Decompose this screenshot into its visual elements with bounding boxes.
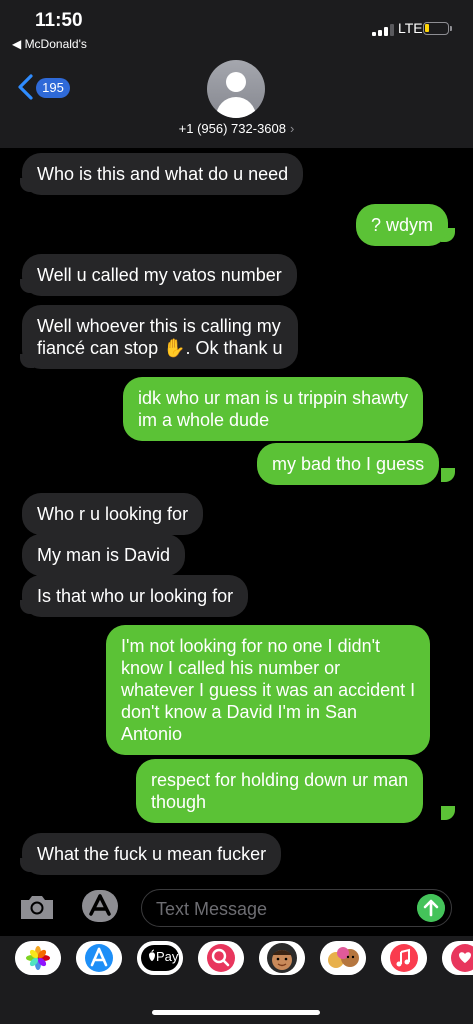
battery-icon xyxy=(423,22,452,35)
conversation-header: 195 +1 (956) 732-3608 › xyxy=(0,56,473,148)
memoji-icon[interactable] xyxy=(259,941,305,975)
incoming-message[interactable]: What the fuck u mean fucker xyxy=(22,833,282,875)
bubble-tail xyxy=(441,468,455,482)
bubble-tail xyxy=(441,806,455,820)
message-text: know I called his number or xyxy=(121,658,341,678)
message-input[interactable] xyxy=(154,894,408,924)
contact-number: +1 (956) 732-3608 xyxy=(178,121,286,136)
animoji-icon[interactable] xyxy=(320,941,366,975)
message-text: don't know a David I'm in San xyxy=(121,702,357,722)
message-text: whatever I guess it was an accident I xyxy=(121,680,416,700)
status-time: 11:50 xyxy=(35,10,83,31)
incoming-message[interactable]: Is that who ur looking for xyxy=(22,575,249,617)
message-text: What the fuck u mean fucker xyxy=(37,844,267,864)
send-arrow-icon[interactable] xyxy=(417,894,445,922)
message-text: My man is David xyxy=(37,545,171,565)
outgoing-message[interactable]: my bad tho I guess xyxy=(257,443,440,485)
status-bar: 11:50 ◀ McDonald's LTE xyxy=(0,0,473,56)
person-silhouette-icon xyxy=(226,72,246,92)
camera-icon[interactable] xyxy=(18,892,56,922)
music-icon[interactable] xyxy=(381,941,427,975)
home-indicator[interactable] xyxy=(152,1010,320,1015)
apple-pay-icon[interactable]: Pay xyxy=(137,941,183,975)
message-text: I'm not looking for no one I didn't xyxy=(121,636,381,656)
message-text: im a whole dude xyxy=(138,410,270,430)
incoming-message[interactable]: Well u called my vatos number xyxy=(22,254,297,296)
contact-name-button[interactable]: +1 (956) 732-3608 › xyxy=(0,121,473,136)
web-search-icon[interactable] xyxy=(198,941,244,975)
unread-count-badge[interactable]: 195 xyxy=(36,78,70,98)
outgoing-message[interactable]: idk who ur man is u trippin shawty im a … xyxy=(123,377,424,441)
message-text: Well u called my vatos number xyxy=(37,265,282,285)
message-text: though xyxy=(151,792,207,812)
imessage-app-drawer: Pay xyxy=(0,936,473,1024)
outgoing-message[interactable]: I'm not looking for no one I didn't know… xyxy=(106,625,431,755)
message-text: Is that who ur looking for xyxy=(37,586,234,606)
apple-pay-label: Pay xyxy=(156,949,179,964)
incoming-message[interactable]: Well whoever this is calling my fiancé c… xyxy=(22,305,298,369)
network-type: LTE xyxy=(398,20,423,36)
message-text: Who r u looking for xyxy=(37,504,189,524)
cellular-signal-icon xyxy=(372,24,394,36)
message-text: idk who ur man is u trippin shawty xyxy=(138,388,409,408)
outgoing-message[interactable]: respect for holding down ur man though xyxy=(136,759,424,823)
message-text: Antonio xyxy=(121,724,183,744)
message-text-field[interactable] xyxy=(141,889,452,927)
app-store-icon[interactable] xyxy=(76,941,122,975)
photos-app-icon[interactable] xyxy=(15,941,61,975)
message-text: ? wdym xyxy=(371,215,434,235)
message-text: Well whoever this is calling my xyxy=(37,316,281,336)
back-chevron-icon[interactable] xyxy=(16,73,34,101)
contact-avatar[interactable] xyxy=(207,60,265,118)
message-text: respect for holding down ur man xyxy=(151,770,409,790)
digital-touch-icon[interactable] xyxy=(442,941,473,975)
message-text: my bad tho I guess xyxy=(272,454,425,474)
app-store-button-icon[interactable] xyxy=(80,888,120,924)
compose-bar xyxy=(0,880,473,936)
incoming-message[interactable]: Who r u looking for xyxy=(22,493,204,535)
message-text: Who is this and what do u need xyxy=(37,164,289,184)
outgoing-message[interactable]: ? wdym xyxy=(356,204,449,246)
message-text: fiancé can stop ✋. Ok thank u xyxy=(37,338,283,358)
chevron-right-icon: › xyxy=(290,121,295,136)
back-to-app-link[interactable]: ◀ McDonald's xyxy=(12,37,87,51)
incoming-message[interactable]: Who is this and what do u need xyxy=(22,153,304,195)
incoming-message[interactable]: My man is David xyxy=(22,534,186,576)
